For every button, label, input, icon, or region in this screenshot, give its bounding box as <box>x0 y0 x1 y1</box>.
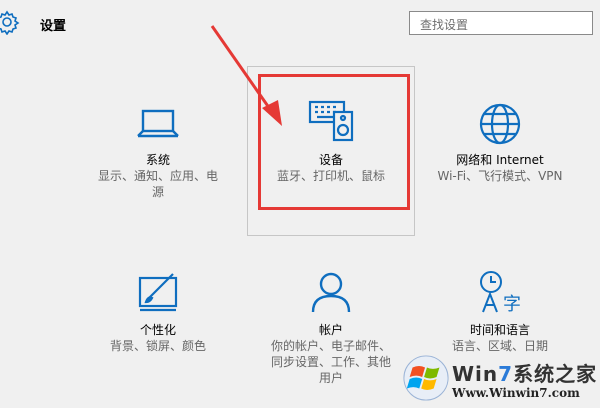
page-title: 设置 <box>40 19 67 34</box>
tile-name: 个性化 <box>139 323 176 337</box>
tile-desc: 背景、锁屏、颜色 <box>109 339 206 353</box>
tile-desc: 你的帐户、电子邮件、 同步设置、工作、其他 用户 <box>270 339 391 385</box>
watermark-brand: Win7系统之家 <box>452 362 598 386</box>
tile-name: 时间和语言 <box>469 323 530 337</box>
tile-name: 系统 <box>145 153 170 167</box>
settings-header: 设置 查找设置 <box>0 0 600 48</box>
search-placeholder: 查找设置 <box>420 18 469 32</box>
tile-network[interactable]: 网络和 Internet Wi-Fi、飞行模式、VPN <box>425 96 575 206</box>
windows-logo-icon <box>403 355 449 401</box>
tile-name: 帐户 <box>318 323 343 337</box>
time-language-icon: 字 <box>480 271 521 315</box>
tile-desc: Wi-Fi、飞行模式、VPN <box>437 169 563 183</box>
tile-personalization[interactable]: 个性化 背景、锁屏、颜色 <box>84 268 232 368</box>
globe-icon <box>479 103 521 145</box>
search-input[interactable]: 查找设置 <box>409 11 593 35</box>
annotation-arrow-icon <box>210 25 282 126</box>
watermark-url: Www.Winwin7.com <box>452 386 580 400</box>
person-icon <box>311 272 351 313</box>
tile-name: 网络和 Internet <box>456 153 544 167</box>
tile-desc: 显示、通知、应用、电 源 <box>97 169 218 199</box>
personalization-icon <box>138 273 178 312</box>
svg-text:字: 字 <box>503 294 521 315</box>
laptop-icon <box>137 109 179 138</box>
tile-accounts[interactable]: 帐户 你的帐户、电子邮件、 同步设置、工作、其他 用户 <box>256 268 406 392</box>
gear-icon[interactable] <box>0 9 20 35</box>
